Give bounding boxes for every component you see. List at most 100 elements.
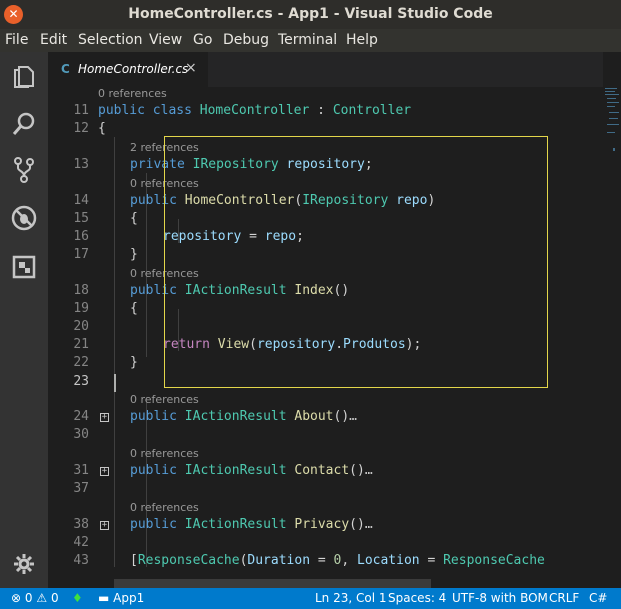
line-number: 19	[73, 301, 89, 316]
line-number: 42	[73, 535, 89, 550]
menu-file[interactable]: File	[5, 32, 28, 48]
error-icon: ⊗	[11, 591, 22, 605]
code-token: IActionResult	[184, 409, 287, 424]
codelens-references[interactable]: 0 references	[130, 501, 199, 515]
code-token: Controller	[332, 103, 412, 118]
code-token: {	[130, 211, 138, 226]
flame-icon[interactable]: ♦	[72, 591, 83, 605]
extensions-icon[interactable]	[10, 253, 38, 281]
code-line[interactable]: 37	[48, 481, 603, 499]
minimap[interactable]	[603, 52, 621, 588]
line-number: 31	[73, 463, 89, 478]
line-number: 23	[73, 374, 89, 389]
code-text: {	[130, 301, 138, 316]
window-title: HomeController.cs - App1 - Visual Studio…	[128, 6, 493, 22]
horizontal-scrollbar[interactable]	[114, 579, 431, 588]
code-token: IActionResult	[184, 463, 287, 478]
menu-debug[interactable]: Debug	[223, 32, 269, 48]
status-bar: ⊗ 0 ⚠ 0 ♦ ▬ App1 Ln 23, Col 1 Spaces: 4 …	[0, 588, 621, 609]
code-token: [	[130, 553, 138, 568]
code-token: }	[130, 247, 138, 262]
code-text: public IActionResult About()…	[130, 409, 357, 424]
fold-expand-icon[interactable]: +	[100, 521, 109, 530]
code-token: ()	[333, 409, 350, 424]
codelens-references[interactable]: 0 references	[98, 87, 167, 101]
line-number: 17	[73, 247, 89, 262]
line-number: 38	[73, 517, 89, 532]
selection-highlight-box	[164, 136, 548, 388]
tab-homecontroller[interactable]: C HomeController.cs ×	[48, 52, 208, 87]
codelens-references[interactable]: 0 references	[130, 393, 199, 407]
code-line[interactable]: 30	[48, 427, 603, 445]
warning-count: 0	[50, 591, 59, 605]
encoding-setting[interactable]: UTF-8 with BOM	[452, 591, 548, 605]
line-number: 11	[73, 103, 89, 118]
code-line[interactable]: 11 public class HomeController : Controll…	[48, 103, 603, 121]
settings-gear-icon[interactable]	[10, 550, 38, 578]
code-line[interactable]: 43 [ResponseCache(Duration = 0, Location …	[48, 553, 603, 571]
code-token: {	[130, 301, 138, 316]
line-number: 12	[73, 121, 89, 136]
menu-view[interactable]: View	[149, 32, 182, 48]
line-number: 16	[73, 229, 89, 244]
warning-icon: ⚠	[36, 591, 48, 605]
indentation-setting[interactable]: Spaces: 4	[388, 591, 446, 605]
code-token: …	[364, 517, 373, 532]
text-cursor	[114, 374, 116, 392]
menu-edit[interactable]: Edit	[40, 32, 67, 48]
code-token: public	[98, 103, 145, 118]
code-token: public	[130, 409, 177, 424]
cursor-position[interactable]: Ln 23, Col 1	[315, 591, 387, 605]
tab-bar: C HomeController.cs ×	[48, 52, 603, 87]
code-token: Privacy	[294, 517, 350, 532]
fold-expand-icon[interactable]: +	[100, 467, 109, 476]
line-number: 15	[73, 211, 89, 226]
fold-expand-icon[interactable]: +	[100, 413, 109, 422]
code-line[interactable]: 31 + public IActionResult Contact()…	[48, 463, 603, 481]
line-number: 43	[73, 553, 89, 568]
tab-close-icon[interactable]: ×	[185, 60, 197, 76]
code-text: public IActionResult Privacy()…	[130, 517, 373, 532]
menu-terminal[interactable]: Terminal	[278, 32, 337, 48]
menu-go[interactable]: Go	[193, 32, 212, 48]
code-token: class	[152, 103, 192, 118]
code-text: [ResponseCache(Duration = 0, Location = …	[130, 553, 545, 568]
code-line[interactable]: 24 + public IActionResult About()…	[48, 409, 603, 427]
line-number: 22	[73, 355, 89, 370]
error-count: 0	[24, 591, 33, 605]
code-token: IActionResult	[184, 517, 287, 532]
code-text: public IActionResult Contact()…	[130, 463, 373, 478]
code-token: …	[364, 463, 373, 478]
codelens-references[interactable]: 0 references	[130, 447, 199, 461]
project-selector[interactable]: ▬ App1	[98, 591, 144, 605]
code-token: Location	[357, 553, 420, 568]
title-bar: ✕ HomeController.cs - App1 - Visual Stud…	[0, 0, 621, 29]
line-number: 18	[73, 283, 89, 298]
code-line[interactable]: 38 + public IActionResult Privacy()…	[48, 517, 603, 535]
line-number: 24	[73, 409, 89, 424]
line-number: 21	[73, 337, 89, 352]
menu-help[interactable]: Help	[346, 32, 378, 48]
explorer-icon[interactable]	[10, 62, 38, 90]
source-control-icon[interactable]	[10, 156, 38, 184]
line-number: 37	[73, 481, 89, 496]
code-token: About	[294, 409, 334, 424]
debug-icon[interactable]	[10, 204, 38, 232]
eol-setting[interactable]: CRLF	[549, 591, 579, 605]
problems-indicator[interactable]: ⊗ 0 ⚠ 0	[11, 591, 59, 605]
language-mode[interactable]: C#	[589, 591, 607, 605]
code-token: …	[349, 409, 357, 424]
code-token: :	[309, 103, 333, 118]
line-number: 20	[73, 319, 89, 334]
line-number: 13	[73, 157, 89, 172]
code-token: ResponseCache	[443, 553, 545, 568]
code-token: ResponseCache	[137, 553, 240, 568]
menu-bar: File Edit Selection View Go Debug Termin…	[0, 29, 621, 52]
menu-selection[interactable]: Selection	[78, 32, 143, 48]
search-icon[interactable]	[10, 110, 38, 138]
code-line[interactable]: 42	[48, 535, 603, 553]
